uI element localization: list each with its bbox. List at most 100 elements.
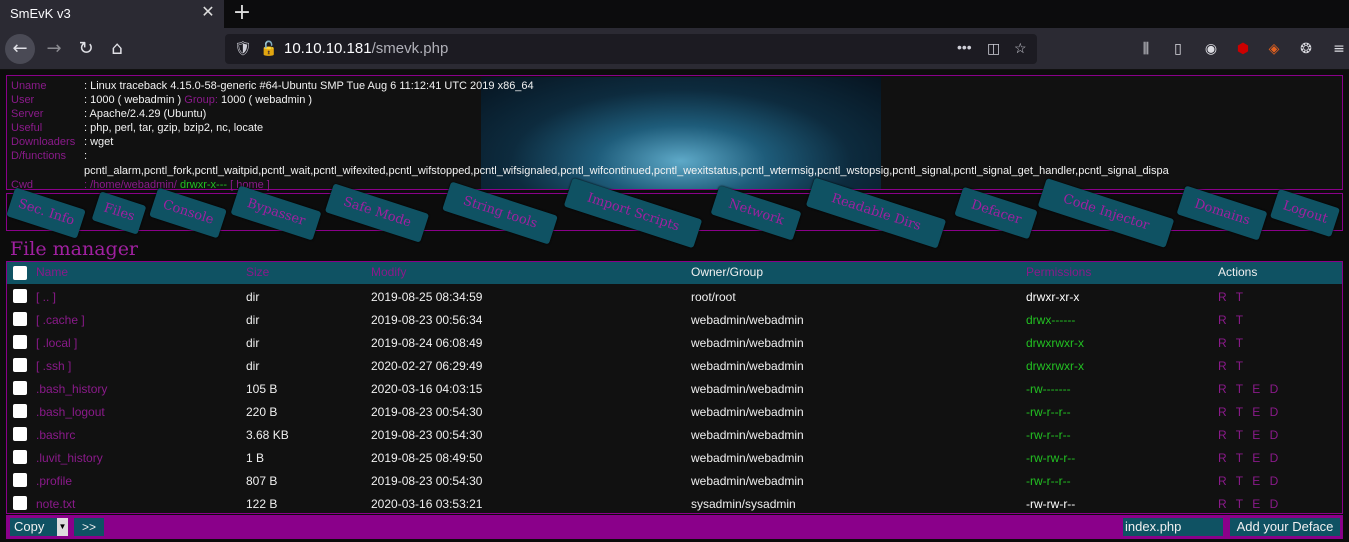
file-actions[interactable]: R T: [1218, 336, 1246, 350]
submit-action-button[interactable]: >>: [74, 518, 104, 536]
file-owner: webadmin/webadmin: [691, 359, 804, 373]
file-name-link[interactable]: .luvit_history: [36, 451, 103, 465]
file-owner: sysadmin/sysadmin: [691, 497, 796, 511]
row-checkbox[interactable]: [13, 473, 27, 487]
file-permissions[interactable]: drwxr-xr-x: [1026, 290, 1079, 304]
header-size[interactable]: Size: [246, 265, 269, 279]
file-modified: 2020-03-16 04:03:15: [371, 382, 483, 396]
nav-console[interactable]: Console: [149, 187, 227, 239]
nav-sec-info[interactable]: Sec. Info: [6, 187, 86, 239]
file-name-link[interactable]: [ .local ]: [36, 336, 77, 350]
downloaders-label: Downloaders: [11, 136, 76, 148]
url-bar[interactable]: 🛡 🔓 10.10.10.181/smevk.php ••• ◫ ☆: [225, 34, 1037, 64]
action-select[interactable]: Copy ▼: [10, 518, 68, 536]
bookmark-star-icon[interactable]: ☆: [1014, 40, 1027, 57]
file-permissions[interactable]: drwxrwxr-x: [1026, 336, 1084, 350]
row-checkbox[interactable]: [13, 289, 27, 303]
url-text[interactable]: 10.10.10.181/smevk.php: [284, 40, 448, 57]
page-actions-icon[interactable]: •••: [957, 39, 972, 55]
table-row: note.txt 122 B 2020-03-16 03:53:21 sysadmin…: [7, 492, 1342, 515]
row-checkbox[interactable]: [13, 450, 27, 464]
file-actions[interactable]: R T: [1218, 359, 1246, 373]
file-owner: root/root: [691, 290, 736, 304]
sidebar-icon[interactable]: ▯: [1168, 39, 1188, 59]
header-permissions[interactable]: Permissions: [1026, 265, 1091, 279]
file-permissions[interactable]: -rw-rw-r--: [1026, 497, 1075, 511]
row-checkbox[interactable]: [13, 358, 27, 372]
nav-safe-mode[interactable]: Safe Mode: [324, 183, 430, 243]
browser-tab[interactable]: SmEvK v3 ✕: [0, 0, 224, 28]
file-name-link[interactable]: note.txt: [36, 497, 75, 511]
header-name[interactable]: Name: [36, 265, 68, 279]
file-actions[interactable]: R T: [1218, 313, 1246, 327]
dfunctions-label: D/functions: [11, 150, 67, 162]
action-select-value: Copy: [14, 519, 45, 534]
group-value: 1000 ( webadmin ): [220, 94, 313, 106]
file-permissions[interactable]: drwxrwxr-x: [1026, 359, 1084, 373]
table-row: [ .. ] dir 2019-08-25 08:34:59 root/root drw…: [7, 285, 1342, 308]
file-modified: 2019-08-23 00:54:30: [371, 405, 483, 419]
file-size: 105 B: [246, 382, 278, 396]
nav-network[interactable]: Network: [710, 185, 802, 241]
info-server: Server: Apache/2.4.29 (Ubuntu): [11, 107, 206, 121]
shield-icon[interactable]: 🛡: [234, 40, 252, 57]
close-tab-icon[interactable]: ✕: [198, 3, 218, 23]
deface-filename-input[interactable]: index.php: [1123, 518, 1223, 536]
file-permissions[interactable]: drwx------: [1026, 313, 1075, 327]
tab-title: SmEvK v3: [10, 6, 71, 21]
file-owner: webadmin/webadmin: [691, 474, 804, 488]
file-actions[interactable]: R T E D: [1218, 382, 1281, 396]
ublock-icon[interactable]: ⬢: [1233, 39, 1253, 59]
file-name-link[interactable]: .bashrc: [36, 428, 75, 442]
file-name-link[interactable]: [ .ssh ]: [36, 359, 71, 373]
menu-icon[interactable]: ≡: [1329, 39, 1349, 59]
file-permissions[interactable]: -rw-r--r--: [1026, 428, 1071, 442]
new-tab-button[interactable]: +: [230, 1, 254, 25]
file-name-link[interactable]: [ .. ]: [36, 290, 56, 304]
reload-icon[interactable]: ↻: [71, 34, 101, 64]
file-actions[interactable]: R T E D: [1218, 405, 1281, 419]
file-name-link[interactable]: .bash_logout: [36, 405, 105, 419]
nav-bypasser[interactable]: Bypasser: [230, 185, 322, 241]
extension-icon[interactable]: ◈: [1264, 39, 1284, 59]
nav-logout[interactable]: Logout: [1269, 188, 1341, 238]
account-icon[interactable]: ◉: [1201, 39, 1221, 59]
file-name-link[interactable]: .profile: [36, 474, 72, 488]
back-arrow-icon[interactable]: ←: [5, 34, 35, 64]
row-checkbox[interactable]: [13, 335, 27, 349]
home-icon[interactable]: ⌂: [102, 34, 132, 64]
library-icon[interactable]: ⫼: [1136, 39, 1156, 59]
info-dfunctions: D/functions:: [11, 149, 87, 163]
file-name-link[interactable]: [ .cache ]: [36, 313, 85, 327]
file-name-link[interactable]: .bash_history: [36, 382, 107, 396]
file-actions[interactable]: R T E D: [1218, 497, 1281, 511]
nav-defacer[interactable]: Defacer: [954, 186, 1038, 240]
file-actions[interactable]: R T: [1218, 290, 1246, 304]
row-checkbox[interactable]: [13, 496, 27, 510]
nav-string-tools[interactable]: String tools: [442, 181, 558, 245]
file-actions[interactable]: R T E D: [1218, 428, 1281, 442]
pocket-icon[interactable]: ◫: [987, 40, 1000, 57]
file-permissions[interactable]: -rw-r--r--: [1026, 405, 1071, 419]
file-permissions[interactable]: -rw-r--r--: [1026, 474, 1071, 488]
row-checkbox[interactable]: [13, 381, 27, 395]
forward-arrow-icon[interactable]: →: [39, 34, 69, 64]
nav-files[interactable]: Files: [91, 191, 147, 235]
row-checkbox[interactable]: [13, 427, 27, 441]
header-modify[interactable]: Modify: [371, 265, 406, 279]
insecure-lock-icon[interactable]: 🔓: [260, 40, 277, 57]
table-header: Name Size Modify Owner/Group Permissions…: [7, 262, 1342, 284]
row-checkbox[interactable]: [13, 404, 27, 418]
file-size: dir: [246, 359, 260, 373]
file-actions[interactable]: R T E D: [1218, 451, 1281, 465]
row-checkbox[interactable]: [13, 312, 27, 326]
cookie-icon[interactable]: ❂: [1296, 39, 1316, 59]
file-permissions[interactable]: -rw-rw-r--: [1026, 451, 1075, 465]
table-row: .profile 807 B 2019-08-23 00:54:30 webadmin…: [7, 469, 1342, 492]
file-actions[interactable]: R T E D: [1218, 474, 1281, 488]
nav-domains[interactable]: Domains: [1176, 185, 1268, 241]
add-deface-button[interactable]: Add your Deface: [1230, 518, 1340, 536]
file-permissions[interactable]: -rw-------: [1026, 382, 1071, 396]
tool-nav: Sec. Info Files Console Bypasser Safe Mo…: [6, 177, 1343, 249]
select-all-checkbox[interactable]: [13, 266, 27, 280]
